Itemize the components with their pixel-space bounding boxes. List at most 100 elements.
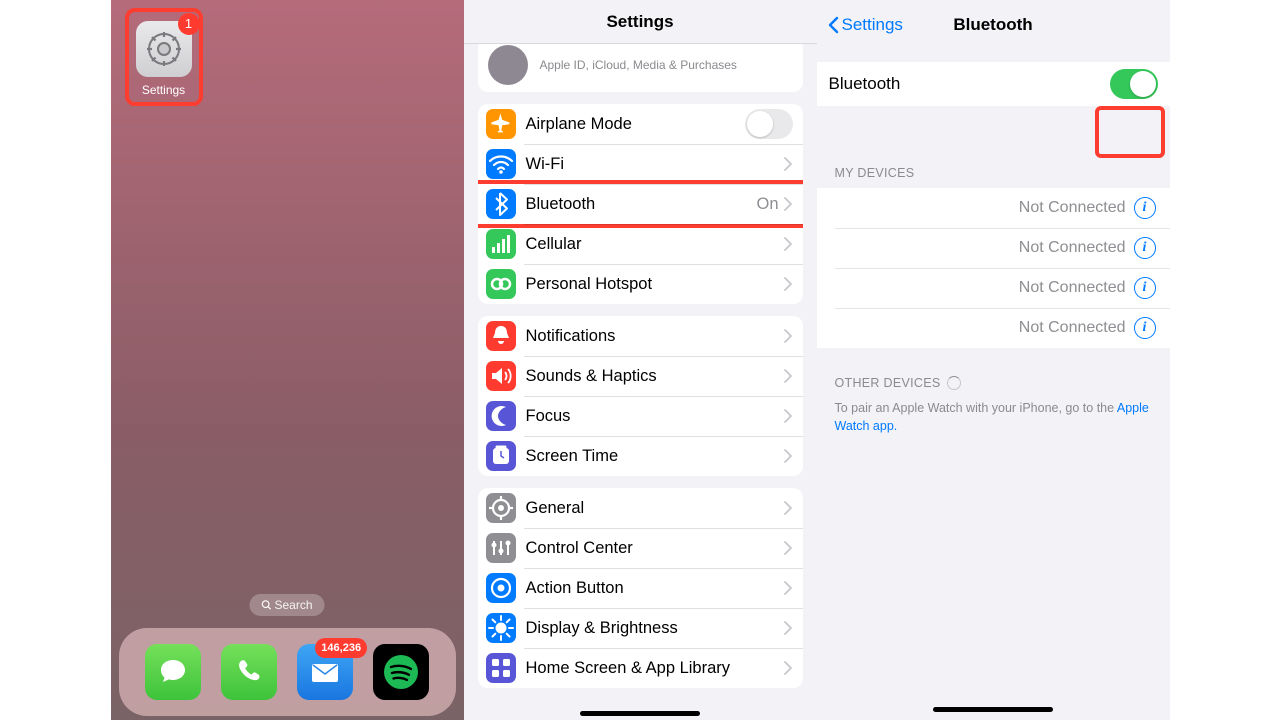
actionbutton-icon xyxy=(486,573,516,603)
back-button[interactable]: Settings xyxy=(827,15,903,35)
mail-app[interactable]: 146,236 xyxy=(297,644,353,700)
device-row[interactable]: Not Connected i xyxy=(817,188,1170,228)
row-general[interactable]: General xyxy=(478,488,803,528)
chevron-right-icon xyxy=(783,581,793,595)
spotify-app[interactable] xyxy=(373,644,429,700)
row-label: Cellular xyxy=(526,235,783,254)
wifi-icon xyxy=(486,149,516,179)
search-icon xyxy=(261,600,271,610)
hotspot-icon xyxy=(486,269,516,299)
row-label: Notifications xyxy=(526,327,783,346)
row-display[interactable]: Display & Brightness xyxy=(478,608,803,648)
row-actionbutton[interactable]: Action Button xyxy=(478,568,803,608)
device-status: Not Connected xyxy=(1019,279,1126,297)
bluetooth-screen: Settings Bluetooth Bluetooth MY DEVICES … xyxy=(817,0,1170,720)
row-notifications[interactable]: Notifications xyxy=(478,316,803,356)
device-status: Not Connected xyxy=(1019,239,1126,257)
info-icon[interactable]: i xyxy=(1134,237,1156,259)
mail-badge: 146,236 xyxy=(315,638,367,658)
chevron-right-icon xyxy=(783,329,793,343)
info-icon[interactable]: i xyxy=(1134,277,1156,299)
row-controlcenter[interactable]: Control Center xyxy=(478,528,803,568)
chevron-right-icon xyxy=(783,449,793,463)
bluetooth-icon xyxy=(486,189,516,219)
phone-icon xyxy=(234,657,264,687)
row-sounds[interactable]: Sounds & Haptics xyxy=(478,356,803,396)
row-label: Airplane Mode xyxy=(526,115,745,134)
chevron-right-icon xyxy=(783,369,793,383)
device-row[interactable]: Not Connected i xyxy=(817,228,1170,268)
settings-app[interactable]: 1 xyxy=(136,21,192,77)
message-icon xyxy=(156,655,190,689)
toggle-highlight xyxy=(1095,106,1165,158)
device-row[interactable]: Not Connected i xyxy=(817,308,1170,348)
phone-app[interactable] xyxy=(221,644,277,700)
chevron-right-icon xyxy=(783,621,793,635)
row-homescreen[interactable]: Home Screen & App Library xyxy=(478,648,803,688)
airplane-icon xyxy=(486,109,516,139)
row-label: Home Screen & App Library xyxy=(526,659,783,678)
settings-title: Settings xyxy=(464,0,817,44)
settings-badge: 1 xyxy=(178,13,200,35)
bluetooth-title: Bluetooth xyxy=(953,15,1032,35)
sounds-icon xyxy=(486,361,516,391)
spotify-icon xyxy=(381,652,421,692)
chevron-right-icon xyxy=(783,661,793,675)
chevron-right-icon xyxy=(783,197,793,211)
homescreen-icon xyxy=(486,653,516,683)
general-icon xyxy=(486,493,516,523)
spotlight-search[interactable]: Search xyxy=(249,594,324,616)
controlcenter-icon xyxy=(486,533,516,563)
gear-icon xyxy=(144,29,184,69)
bluetooth-toggle-row: Bluetooth xyxy=(817,62,1170,106)
my-devices-header: MY DEVICES xyxy=(817,166,1170,180)
row-focus[interactable]: Focus xyxy=(478,396,803,436)
row-airplane[interactable]: Airplane Mode xyxy=(478,104,803,144)
home-indicator[interactable] xyxy=(580,711,700,716)
settings-group-notifications: Notifications Sounds & Haptics Focus Scr… xyxy=(478,316,803,476)
row-label: Personal Hotspot xyxy=(526,275,783,294)
info-icon[interactable]: i xyxy=(1134,197,1156,219)
spinner-icon xyxy=(947,376,961,390)
row-label: Focus xyxy=(526,407,783,426)
home-indicator[interactable] xyxy=(933,707,1053,712)
apple-id-subtitle: Apple ID, iCloud, Media & Purchases xyxy=(540,58,737,72)
other-devices-header: OTHER DEVICES xyxy=(817,376,1170,390)
bluetooth-nav: Settings Bluetooth xyxy=(817,0,1170,50)
chevron-right-icon xyxy=(783,501,793,515)
settings-group-connectivity: Airplane Mode Wi-Fi Bluetooth On Cellula… xyxy=(478,104,803,304)
apple-id-row[interactable]: Apple ID, iCloud, Media & Purchases xyxy=(478,44,803,92)
notifications-icon xyxy=(486,321,516,351)
messages-app[interactable] xyxy=(145,644,201,700)
screentime-icon xyxy=(486,441,516,471)
airplane-toggle[interactable] xyxy=(745,109,793,139)
row-label: Display & Brightness xyxy=(526,619,783,638)
bluetooth-toggle[interactable] xyxy=(1110,69,1158,99)
device-status: Not Connected xyxy=(1019,319,1126,337)
chevron-right-icon xyxy=(783,277,793,291)
pairing-footer: To pair an Apple Watch with your iPhone,… xyxy=(817,390,1170,445)
dock: 146,236 xyxy=(119,628,456,716)
row-bluetooth[interactable]: Bluetooth On xyxy=(478,184,803,224)
settings-app-label: Settings xyxy=(142,83,185,97)
row-label: Screen Time xyxy=(526,447,783,466)
chevron-right-icon xyxy=(783,157,793,171)
row-cellular[interactable]: Cellular xyxy=(478,224,803,264)
device-status: Not Connected xyxy=(1019,199,1126,217)
row-value: On xyxy=(756,195,778,214)
device-row[interactable]: Not Connected i xyxy=(817,268,1170,308)
row-screentime[interactable]: Screen Time xyxy=(478,436,803,476)
info-icon[interactable]: i xyxy=(1134,317,1156,339)
row-wifi[interactable]: Wi-Fi xyxy=(478,144,803,184)
chevron-right-icon xyxy=(783,541,793,555)
settings-root: Settings Apple ID, iCloud, Media & Purch… xyxy=(464,0,817,720)
row-label: Bluetooth xyxy=(526,195,757,214)
display-icon xyxy=(486,613,516,643)
my-devices-list: Not Connected i Not Connected i Not Conn… xyxy=(817,188,1170,348)
bluetooth-label: Bluetooth xyxy=(829,74,1110,94)
settings-group-general: General Control Center Action Button Dis… xyxy=(478,488,803,688)
row-label: Wi-Fi xyxy=(526,155,783,174)
search-label: Search xyxy=(274,598,312,612)
row-label: Sounds & Haptics xyxy=(526,367,783,386)
row-hotspot[interactable]: Personal Hotspot xyxy=(478,264,803,304)
